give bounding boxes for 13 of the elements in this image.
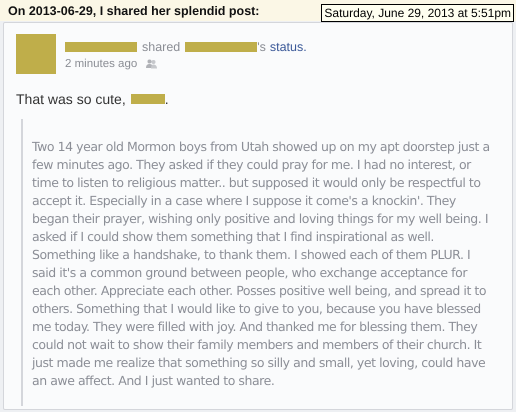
possessive-text: 's (257, 40, 266, 54)
redaction-block (130, 94, 165, 104)
date-tooltip: Saturday, June 29, 2013 at 5:51pm (321, 4, 514, 22)
page-heading: On 2013-06-29, I shared her splendid post: (8, 4, 260, 18)
quoted-text: Two 14 year old Mormon boys from Utah showed up on my apt doorstep just a few minutes ago. They asked if they could pray for me. I had no interest, or time to listen to religious matter.. but supposed it would only be respectful to accept it. Especially in a case where I suppose it come's a knockin'. They began their prayer, wishing only positive and loving things for my well being. I asked if I could show them something that I find inspirational as well. Something like a handshake, to thank them. I showed each of them PLUR. I said it's a common ground between people, who exchange acceptance for each other. Appreciate each other. Posses positive well being, and spread it to others. Something that I would like to give to you, because you have blessed me today. They were filled with joy. And thanked me for blessing them. They could not wait to show their family members and members of their church. It just made me realize that something so silly and small, yet loving, could have an awe affect. And I just wanted to share. (32, 138, 491, 390)
redaction-block (65, 42, 137, 52)
avatar (16, 34, 56, 74)
message-text: That was so cute, (16, 91, 126, 107)
message-period: . (164, 91, 169, 107)
people-icon (146, 59, 158, 69)
shared-text: shared (142, 40, 180, 54)
timestamp: 2 minutes ago (65, 58, 138, 70)
status-link[interactable]: status. (270, 40, 307, 54)
